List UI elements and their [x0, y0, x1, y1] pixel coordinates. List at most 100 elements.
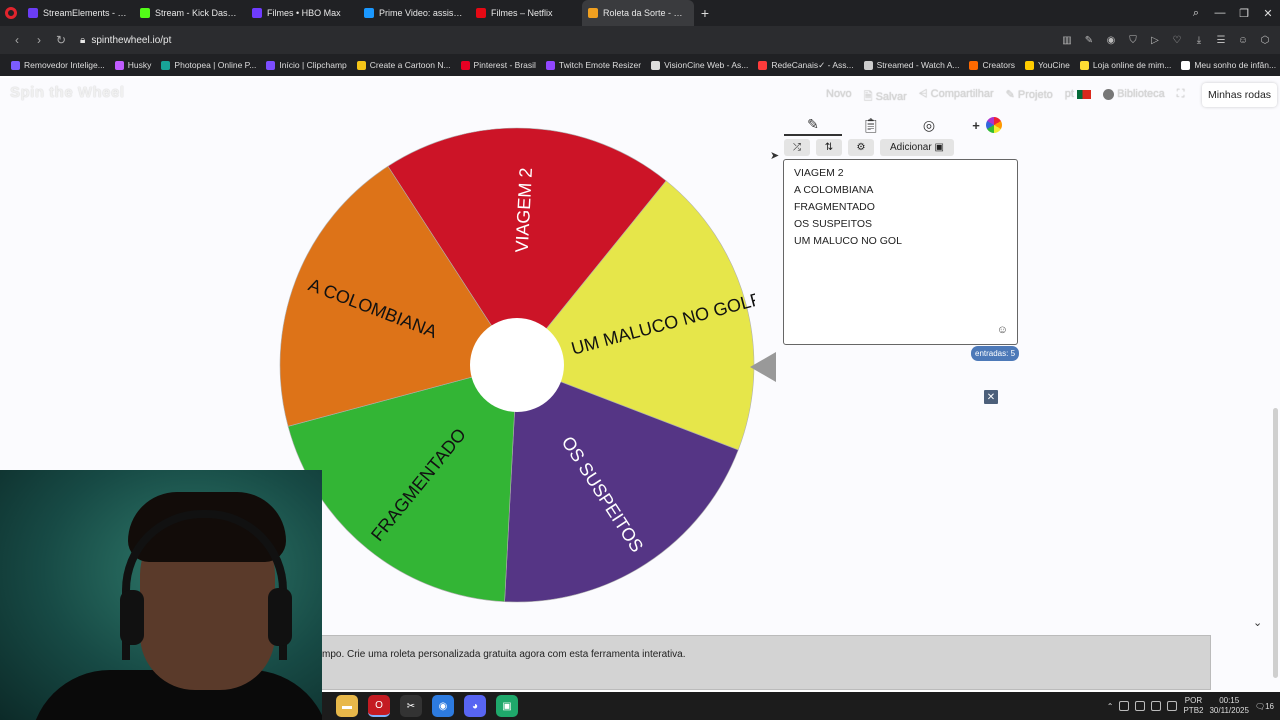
clock[interactable]: 00:15 30/11/2025	[1209, 696, 1248, 716]
new-button[interactable]: Novo	[826, 88, 852, 107]
sort-button[interactable]: ⇅	[816, 139, 842, 156]
clock-time: 00:15	[1219, 696, 1240, 705]
wheel-svg[interactable]: VIAGEM 2UM MALUCO NO GOLFOS SUSPEITOSFRA…	[279, 127, 755, 603]
globe-icon	[1103, 88, 1114, 100]
opera-menu-icon[interactable]	[0, 0, 22, 26]
tray-expand-icon[interactable]: ⌃	[1107, 702, 1114, 711]
chrome-icon[interactable]: ◉	[432, 695, 454, 717]
project-button[interactable]: ✎ Projeto	[1006, 88, 1053, 107]
url-field[interactable]: 🔒︎ spinthewheel.io/pt	[80, 35, 171, 46]
browser-tab-active[interactable]: Roleta da Sorte - Escolha	[582, 0, 694, 26]
maximize-icon[interactable]: ❐	[1232, 7, 1256, 20]
split-view-icon[interactable]: ▥	[1058, 35, 1076, 46]
language-select[interactable]: pt	[1065, 88, 1091, 107]
browser-tab[interactable]: Filmes – Netflix	[470, 0, 582, 26]
save-icon: 🗎︎	[863, 91, 876, 103]
shuffle-button[interactable]: ⤮	[784, 139, 810, 156]
pencil-icon: ✎	[807, 115, 819, 132]
tab-label: Stream - Kick Dashboard	[155, 8, 240, 18]
menu-icon[interactable]: ☰	[1212, 35, 1230, 46]
my-wheels-button[interactable]: Minhas rodas	[1202, 83, 1278, 107]
chevron-down-icon[interactable]: ⌄	[1253, 616, 1262, 629]
headphone-earcup-right	[268, 588, 292, 646]
wheel-center-hub[interactable]	[470, 318, 564, 412]
bookmark-item[interactable]: Husky	[110, 60, 157, 70]
bookmark-item[interactable]: Loja online de mim...	[1075, 60, 1176, 70]
spin-wheel[interactable]: VIAGEM 2 UM MALUCO NO GOLF OS SUSPEITOS FRA…	[279, 127, 755, 603]
new-tab-button[interactable]: +	[694, 0, 716, 26]
cloud-icon[interactable]	[1135, 701, 1146, 711]
language-indicator[interactable]: POR PTB2	[1183, 696, 1203, 716]
top-menu: Novo 🗎︎ Salvar ⩤ Compartilhar ✎ Projeto …	[826, 88, 1184, 107]
back-icon[interactable]: ‹	[6, 33, 28, 47]
bookmark-item[interactable]: VisionCine Web - As...	[646, 60, 753, 70]
network-icon[interactable]	[1151, 701, 1162, 711]
entries-count-badge: entradas: 5	[971, 346, 1020, 361]
page-scrollbar[interactable]	[1273, 408, 1278, 678]
footer-text: mpo. Crie uma roleta personalizada gratu…	[322, 649, 686, 660]
volume-icon[interactable]	[1167, 701, 1178, 711]
extension-icon[interactable]: ⬡	[1256, 35, 1274, 46]
bookmark-label: Photopea | Online P...	[174, 60, 257, 70]
add-label: Adicionar	[890, 142, 932, 153]
site-logo[interactable]: Spin the Wheel	[10, 84, 125, 101]
bookmark-item[interactable]: Início | Clipchamp	[261, 60, 351, 70]
library-label: Biblioteca	[1117, 88, 1165, 100]
settings-button[interactable]: ⚙	[848, 139, 874, 156]
discord-icon[interactable]: ◕	[464, 695, 486, 717]
library-button[interactable]: Biblioteca	[1103, 88, 1165, 107]
capcut-icon[interactable]: ✂	[400, 695, 422, 717]
bookmark-favicon-icon	[545, 60, 555, 70]
minimize-icon[interactable]: —	[1208, 7, 1232, 19]
browser-tab[interactable]: Prime Video: assista, alug	[358, 0, 470, 26]
bookmark-item[interactable]: RedeCanais✓ - Ass...	[753, 60, 858, 71]
bookmark-favicon-icon	[651, 60, 661, 70]
heart-icon[interactable]: ♡	[1168, 35, 1186, 46]
download-icon[interactable]: ⤓	[1190, 35, 1208, 46]
footer-banner: mpo. Crie uma roleta personalizada gratu…	[321, 635, 1211, 690]
entries-textarea[interactable]: VIAGEM 2 A COLOMBIANA FRAGMENTADO OS SUSPEI…	[783, 159, 1018, 345]
bookmark-item[interactable]: Pinterest - Brasil	[456, 60, 541, 70]
tab-favicon-icon	[28, 8, 38, 18]
bookmark-item[interactable]: YouCine	[1020, 60, 1075, 70]
tab-clipboard[interactable]: 📋︎	[842, 114, 900, 136]
share-button[interactable]: ⩤ Compartilhar	[919, 88, 994, 107]
search-tabs-icon[interactable]: ⌕	[1184, 7, 1208, 20]
app-icon[interactable]: ▣	[496, 695, 518, 717]
save-button[interactable]: 🗎︎ Salvar	[864, 88, 907, 107]
emoji-icon[interactable]: ☺	[997, 324, 1008, 336]
tab-favicon-icon	[588, 8, 598, 18]
browser-tab[interactable]: StreamElements - Son	[22, 0, 134, 26]
tab-hidden[interactable]: ◎	[900, 114, 958, 136]
edit-icon[interactable]: ✎	[1080, 35, 1098, 46]
add-color-button[interactable]: +	[958, 114, 1016, 136]
close-window-icon[interactable]: ✕	[1256, 7, 1280, 20]
tab-label: Roleta da Sorte - Escolha	[603, 8, 688, 18]
tray-app-icon[interactable]	[1119, 701, 1130, 711]
bookmark-item[interactable]: Twitch Emote Resizer	[541, 60, 646, 70]
bookmark-item[interactable]: Streamed - Watch A...	[859, 60, 965, 70]
tab-edit[interactable]: ✎	[784, 114, 842, 136]
browser-tab[interactable]: Stream - Kick Dashboard	[134, 0, 246, 26]
notification-icon[interactable]: 🗨︎16	[1255, 702, 1274, 711]
lang-top: POR	[1184, 696, 1203, 705]
camera-icon[interactable]: ◉	[1102, 35, 1120, 46]
forward-icon[interactable]: ›	[28, 33, 50, 47]
add-image-button[interactable]: Adicionar ▣	[880, 139, 954, 156]
bookmark-item[interactable]: Create a Cartoon N...	[352, 60, 456, 70]
profile-icon[interactable]: ☺	[1234, 35, 1252, 46]
play-icon[interactable]: ▷	[1146, 35, 1164, 46]
bookmark-item[interactable]: Creators	[964, 60, 1020, 70]
file-explorer-icon[interactable]: ▬	[336, 695, 358, 717]
shield-icon[interactable]: ⛉	[1124, 35, 1142, 46]
project-label: Projeto	[1017, 89, 1053, 101]
fullscreen-icon[interactable]: ⛶	[1177, 88, 1185, 107]
close-icon[interactable]: ✕	[984, 390, 998, 404]
opera-browser-icon[interactable]: O	[368, 695, 390, 717]
reload-icon[interactable]: ↻	[50, 33, 72, 47]
browser-tab[interactable]: Filmes • HBO Max	[246, 0, 358, 26]
bookmark-item[interactable]: Photopea | Online P...	[156, 60, 261, 70]
bookmark-item[interactable]: Meu sonho de infân...	[1176, 60, 1280, 70]
shuffle-icon: ⤮	[793, 142, 801, 153]
bookmark-item[interactable]: Removedor Intelige...	[6, 60, 110, 70]
